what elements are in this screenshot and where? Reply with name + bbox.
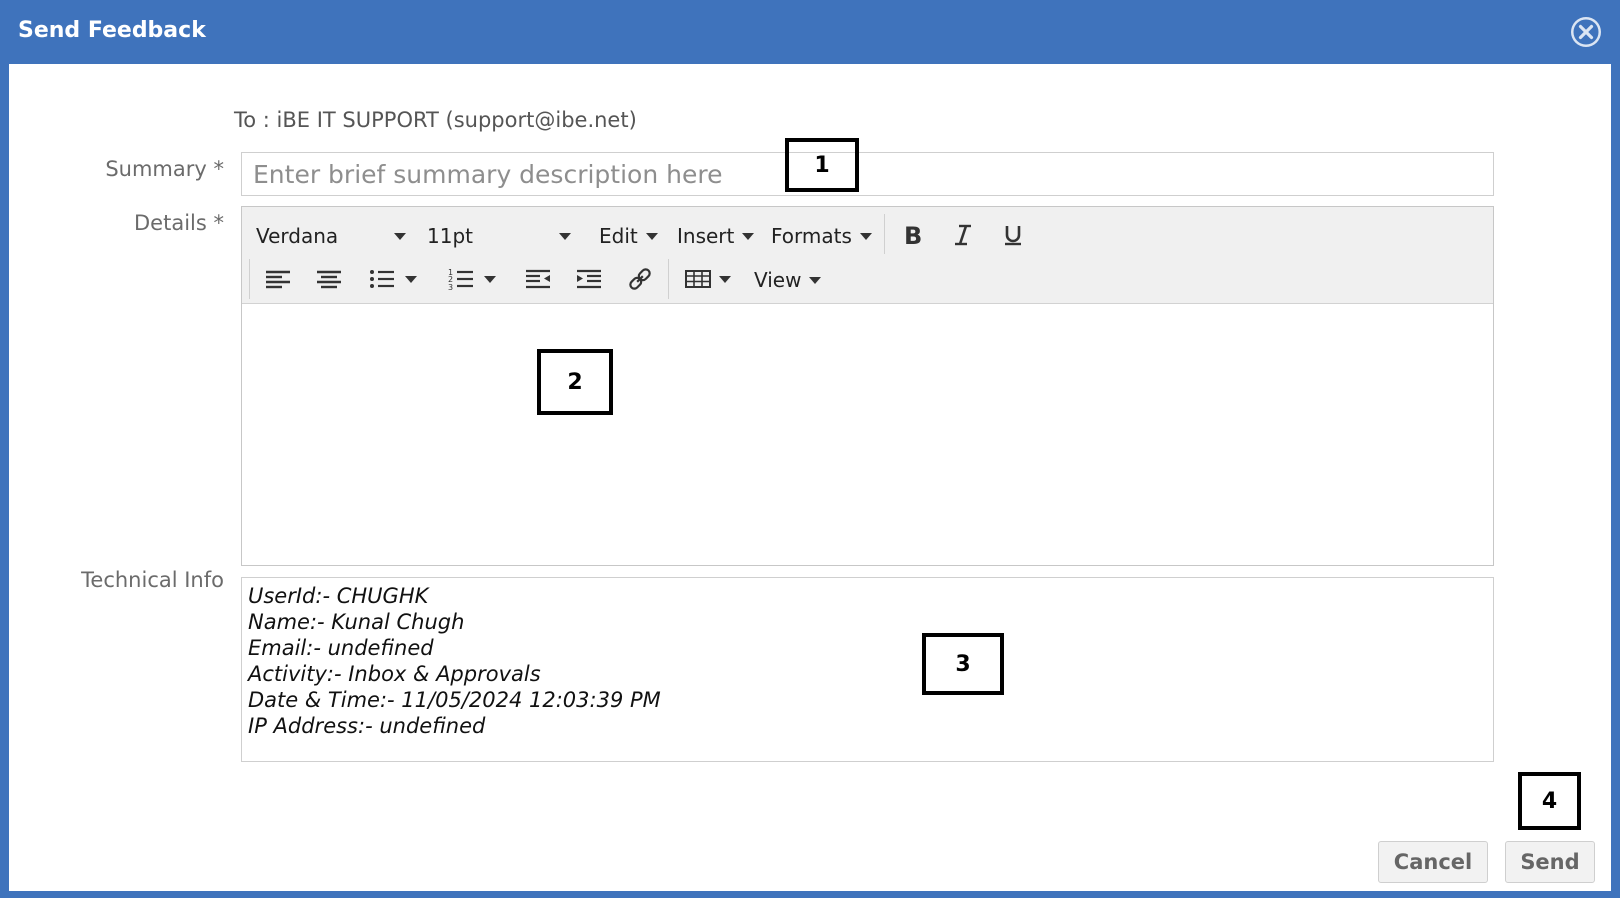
- align-center-icon[interactable]: [312, 262, 346, 296]
- chevron-down-icon: [645, 232, 658, 240]
- editor-toolbar: Verdana 11pt Edit Insert Formats B 1 2 3…: [242, 207, 1493, 304]
- formats-menu-label: Formats: [771, 224, 852, 248]
- font-size-value: 11pt: [427, 224, 473, 248]
- numbered-list-icon[interactable]: 123: [444, 262, 478, 296]
- chevron-down-icon: [859, 232, 872, 240]
- toolbar-separator: [668, 259, 669, 299]
- tech-date-time: Date & Time:- 11/05/2024 12:03:39 PM: [248, 688, 661, 712]
- tech-name: Name:- Kunal Chugh: [248, 610, 465, 634]
- bold-icon[interactable]: B: [895, 218, 929, 252]
- view-menu-label: View: [754, 268, 802, 292]
- annotation-marker-2: 2: [537, 349, 613, 415]
- details-editor: Verdana 11pt Edit Insert Formats B 1 2 3…: [241, 206, 1494, 566]
- dialog-titlebar: Send Feedback: [0, 0, 1620, 64]
- chevron-down-icon: [559, 232, 571, 240]
- tech-user-id: UserId:- CHUGHK: [248, 584, 429, 608]
- tech-ip-address: IP Address:- undefined: [248, 714, 486, 738]
- font-size-select[interactable]: 11pt: [427, 224, 571, 248]
- technical-info-box: UserId:- CHUGHK Name:- Kunal Chugh Email…: [241, 577, 1494, 762]
- technical-info-label: Technical Info: [81, 568, 224, 592]
- dialog-title: Send Feedback: [18, 18, 206, 43]
- outdent-icon[interactable]: [521, 262, 555, 296]
- toolbar-separator: [249, 259, 250, 299]
- chevron-down-icon: [394, 232, 406, 240]
- bullet-list-icon[interactable]: [365, 262, 399, 296]
- edit-menu[interactable]: Edit: [599, 224, 658, 248]
- summary-label: Summary *: [105, 157, 224, 181]
- table-icon[interactable]: [681, 262, 715, 296]
- summary-input[interactable]: [241, 152, 1494, 196]
- tech-activity: Activity:- Inbox & Approvals: [248, 662, 541, 686]
- indent-icon[interactable]: [572, 262, 606, 296]
- view-menu[interactable]: View: [754, 268, 822, 292]
- cancel-button[interactable]: Cancel: [1378, 841, 1488, 883]
- toolbar-separator: [884, 214, 885, 254]
- numbered-list-dropdown-icon[interactable]: [484, 276, 496, 283]
- details-edit-area[interactable]: [242, 304, 1493, 565]
- insert-menu-label: Insert: [677, 224, 735, 248]
- font-family-value: Verdana: [256, 224, 339, 248]
- link-icon[interactable]: [623, 262, 657, 296]
- table-dropdown-icon[interactable]: [719, 276, 731, 283]
- underline-icon[interactable]: [996, 218, 1030, 252]
- annotation-marker-1: 1: [785, 138, 859, 192]
- tech-email: Email:- undefined: [248, 636, 434, 660]
- font-family-select[interactable]: Verdana: [256, 224, 406, 248]
- annotation-marker-4: 4: [1518, 772, 1581, 830]
- italic-icon[interactable]: [946, 218, 980, 252]
- close-icon[interactable]: [1571, 17, 1601, 47]
- recipient-line: To : iBE IT SUPPORT (support@ibe.net): [234, 108, 637, 132]
- insert-menu[interactable]: Insert: [677, 224, 755, 248]
- chevron-down-icon: [809, 276, 822, 284]
- send-button[interactable]: Send: [1505, 841, 1595, 883]
- svg-text:B: B: [904, 223, 922, 247]
- align-left-icon[interactable]: [261, 262, 295, 296]
- annotation-marker-3: 3: [922, 633, 1004, 695]
- details-label: Details *: [134, 211, 224, 235]
- bullet-list-dropdown-icon[interactable]: [405, 276, 417, 283]
- send-feedback-dialog: Send Feedback To : iBE IT SUPPORT (suppo…: [0, 0, 1620, 898]
- svg-text:3: 3: [448, 283, 453, 291]
- chevron-down-icon: [742, 232, 755, 240]
- edit-menu-label: Edit: [599, 224, 638, 248]
- formats-menu[interactable]: Formats: [771, 224, 872, 248]
